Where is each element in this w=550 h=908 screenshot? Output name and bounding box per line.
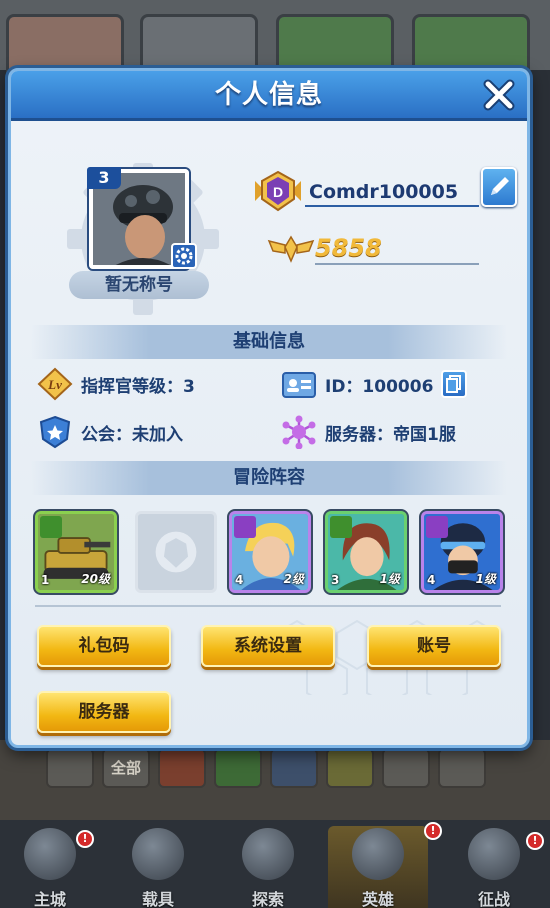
system-settings-button[interactable]: 系统设置 — [201, 625, 335, 667]
hero-icon — [352, 828, 404, 880]
background-filter-chevron — [46, 748, 94, 788]
vehicle-icon — [132, 828, 184, 880]
gift-code-button[interactable]: 礼包码 — [37, 625, 171, 667]
hero-level: 1级 — [475, 572, 496, 586]
lock-icon — [468, 828, 520, 880]
combat-power-value: 5858 — [315, 231, 479, 265]
modal-header: 个人信息 — [11, 71, 527, 121]
server-button[interactable]: 服务器 — [37, 691, 171, 733]
nav-item-explore[interactable]: 探索 — [218, 826, 318, 908]
hero-level: 2级 — [283, 572, 304, 586]
background-filter-icon — [158, 748, 206, 788]
edit-name-button[interactable] — [481, 167, 517, 207]
nav-label: 载具 — [141, 890, 174, 908]
wings-icon — [267, 235, 315, 263]
nav-label: 主城 — [33, 890, 66, 908]
notification-badge: ! — [526, 832, 544, 850]
edit-icon — [491, 177, 509, 195]
hero-star-count: 3 — [331, 573, 340, 587]
avatar-level-badge: 3 — [87, 167, 121, 189]
player-name-field: Comdr100005 — [305, 177, 479, 207]
nav-label: 征战 — [477, 890, 510, 908]
lineup-hero-card[interactable]: 1 20级 — [35, 511, 117, 593]
copy-icon — [446, 375, 462, 393]
nav-label: 英雄 — [361, 890, 394, 908]
nav-item-hero[interactable]: 英雄 — [328, 826, 428, 908]
rank-badge-letter: D — [273, 184, 283, 200]
background-filter-icon — [326, 748, 374, 788]
basic-info-header: 基础信息 — [31, 325, 507, 359]
rank-badge-icon: D — [255, 170, 301, 212]
hero-level: 20级 — [81, 572, 110, 586]
background-filter-icon — [270, 748, 318, 788]
server-text: 服务器：帝国1服 — [325, 424, 456, 445]
lion-emblem-icon — [155, 531, 197, 573]
lineup-header: 冒险阵容 — [31, 461, 507, 495]
player-title-tag: 暂无称号 — [69, 271, 209, 299]
section-divider — [35, 605, 501, 607]
id-card-icon — [282, 372, 316, 398]
close-icon — [483, 79, 515, 111]
svg-text:Lv: Lv — [47, 377, 62, 392]
explore-icon — [242, 828, 294, 880]
account-button[interactable]: 账号 — [367, 625, 501, 667]
server-row: 服务器：帝国1服 — [281, 415, 456, 449]
player-id-text: ID：100006 — [325, 376, 434, 397]
lineup-hero-card[interactable]: 4 1级 — [421, 511, 503, 593]
notification-badge: ! — [76, 830, 94, 848]
shield-star-icon — [39, 415, 71, 449]
hero-class-icon — [426, 516, 448, 538]
lv-icon: Lv — [37, 367, 73, 401]
lineup-empty-slot[interactable] — [135, 511, 217, 593]
player-id-row: ID：100006 — [281, 367, 468, 401]
background-filter-icon — [438, 748, 486, 788]
profile-modal: 个人信息 3 暂无称号 D Comdr100005 5858 基础信息 Lv 指… — [8, 68, 530, 748]
hero-level: 1级 — [379, 572, 400, 586]
hero-class-icon — [234, 516, 256, 538]
avatar-settings-button[interactable] — [171, 243, 197, 269]
lineup-hero-card[interactable]: 4 2级 — [229, 511, 311, 593]
background-filter-icon — [214, 748, 262, 788]
gear-icon — [175, 247, 193, 265]
nav-label: 探索 — [251, 890, 284, 908]
network-icon — [282, 415, 316, 449]
guild-text: 公会：未加入 — [81, 424, 183, 445]
commander-level-row: Lv 指挥官等级：3 — [37, 367, 195, 401]
background-filter-all: 全部 — [102, 748, 150, 788]
hero-class-icon — [40, 516, 62, 538]
hero-class-icon — [330, 516, 352, 538]
lineup-hero-card[interactable]: 3 1级 — [325, 511, 407, 593]
main-city-icon — [24, 828, 76, 880]
background-filter-icon — [382, 748, 430, 788]
notification-badge: ! — [424, 822, 442, 840]
hero-star-count: 4 — [235, 573, 244, 587]
hero-star-count: 4 — [427, 573, 436, 587]
copy-id-button[interactable] — [441, 370, 468, 398]
hero-star-count: 1 — [41, 573, 50, 587]
commander-level-text: 指挥官等级：3 — [81, 376, 195, 397]
guild-row: 公会：未加入 — [37, 415, 183, 449]
nav-item-vehicle[interactable]: 载具 — [108, 826, 208, 908]
close-button[interactable] — [481, 77, 517, 113]
modal-body: 3 暂无称号 D Comdr100005 5858 基础信息 Lv 指挥官等级：… — [11, 121, 527, 745]
modal-title: 个人信息 — [214, 80, 323, 110]
